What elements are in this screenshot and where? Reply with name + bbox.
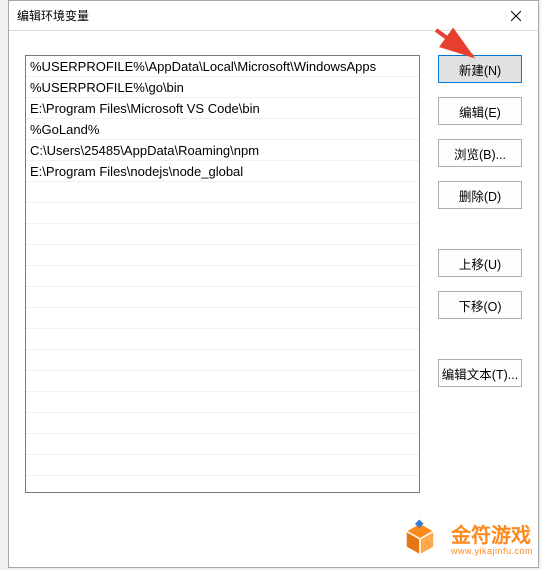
list-item-empty[interactable]: [26, 266, 419, 287]
list-item-empty[interactable]: [26, 371, 419, 392]
list-item-empty[interactable]: [26, 455, 419, 476]
list-item-empty[interactable]: [26, 329, 419, 350]
dialog-title: 编辑环境变量: [17, 7, 89, 24]
list-item-empty[interactable]: [26, 224, 419, 245]
list-item[interactable]: %GoLand%: [26, 119, 419, 140]
move-up-button[interactable]: 上移(U): [438, 249, 522, 277]
list-item-empty[interactable]: [26, 413, 419, 434]
background-strip: [0, 30, 8, 570]
button-column: 新建(N) 编辑(E) 浏览(B)... 删除(D) 上移(U) 下移(O) 编…: [438, 55, 522, 493]
list-item-empty[interactable]: [26, 287, 419, 308]
list-item[interactable]: %USERPROFILE%\AppData\Local\Microsoft\Wi…: [26, 56, 419, 77]
list-item-empty[interactable]: [26, 434, 419, 455]
close-button[interactable]: [494, 1, 538, 30]
edit-text-button[interactable]: 编辑文本(T)...: [438, 359, 522, 387]
edit-env-dialog: 编辑环境变量 %USERPROFILE%\AppData\Local\Micro…: [8, 0, 539, 568]
list-item[interactable]: %USERPROFILE%\go\bin: [26, 77, 419, 98]
list-item-empty[interactable]: [26, 203, 419, 224]
new-button[interactable]: 新建(N): [438, 55, 522, 83]
list-item-empty[interactable]: [26, 308, 419, 329]
close-icon: [511, 11, 521, 21]
path-listbox[interactable]: %USERPROFILE%\AppData\Local\Microsoft\Wi…: [25, 55, 420, 493]
browse-button[interactable]: 浏览(B)...: [438, 139, 522, 167]
list-item-empty[interactable]: [26, 182, 419, 203]
list-item-empty[interactable]: [26, 245, 419, 266]
list-item-empty[interactable]: [26, 392, 419, 413]
delete-button[interactable]: 删除(D): [438, 181, 522, 209]
titlebar: 编辑环境变量: [9, 1, 538, 31]
list-item[interactable]: C:\Users\25485\AppData\Roaming\npm: [26, 140, 419, 161]
list-item[interactable]: E:\Program Files\nodejs\node_global: [26, 161, 419, 182]
list-item-empty[interactable]: [26, 350, 419, 371]
dialog-content: %USERPROFILE%\AppData\Local\Microsoft\Wi…: [9, 31, 538, 509]
edit-button[interactable]: 编辑(E): [438, 97, 522, 125]
list-item[interactable]: E:\Program Files\Microsoft VS Code\bin: [26, 98, 419, 119]
move-down-button[interactable]: 下移(O): [438, 291, 522, 319]
